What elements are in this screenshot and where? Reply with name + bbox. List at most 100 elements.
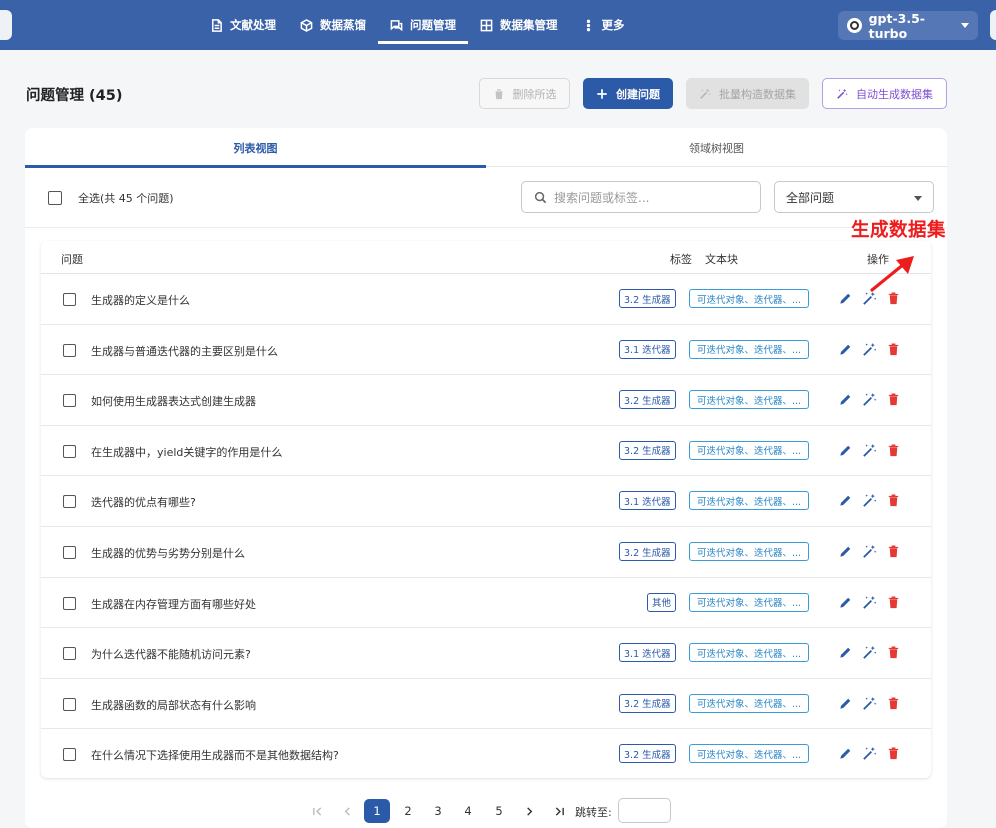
model-selector[interactable]: gpt-3.5-turbo: [838, 11, 978, 41]
table-row[interactable]: 迭代器的优点有哪些? 3.1 迭代器 可迭代对象、迭代器、...: [41, 476, 931, 527]
row-checkbox[interactable]: [63, 647, 76, 661]
tab-domain-tree-view[interactable]: 领域树视图: [486, 128, 947, 167]
generate-dataset-button[interactable]: [862, 392, 877, 407]
auto-generate-dataset-button[interactable]: 自动生成数据集: [822, 78, 947, 109]
nav-item-distill[interactable]: 数据蒸馏: [288, 0, 378, 50]
table-row[interactable]: 生成器的定义是什么 3.2 生成器 可迭代对象、迭代器、...: [41, 274, 931, 325]
delete-button[interactable]: [886, 746, 901, 761]
last-page-button[interactable]: [546, 799, 572, 823]
create-question-button[interactable]: 创建问题: [583, 78, 673, 109]
generate-dataset-button[interactable]: [862, 696, 877, 711]
next-page-button[interactable]: [516, 799, 542, 823]
select-all-checkbox[interactable]: [48, 191, 62, 205]
chunk-chip[interactable]: 可迭代对象、迭代器、...: [689, 744, 809, 764]
delete-button[interactable]: [886, 595, 901, 610]
table-row[interactable]: 为什么迭代器不能随机访问元素? 3.1 迭代器 可迭代对象、迭代器、...: [41, 628, 931, 679]
chunk-chip[interactable]: 可迭代对象、迭代器、...: [689, 693, 809, 713]
table-row[interactable]: 如何使用生成器表达式创建生成器 3.2 生成器 可迭代对象、迭代器、...: [41, 375, 931, 426]
delete-button[interactable]: [886, 342, 901, 357]
pencil-icon: [840, 394, 851, 405]
delete-button[interactable]: [886, 645, 901, 660]
edit-button[interactable]: [838, 443, 853, 458]
table-row[interactable]: 生成器与普通迭代器的主要区别是什么 3.1 迭代器 可迭代对象、迭代器、...: [41, 325, 931, 376]
page-button-1[interactable]: 1: [364, 799, 390, 823]
chunk-chip[interactable]: 可迭代对象、迭代器、...: [689, 592, 809, 612]
row-checkbox[interactable]: [63, 697, 76, 711]
row-checkbox[interactable]: [63, 546, 76, 559]
generate-dataset-button[interactable]: [862, 342, 877, 357]
question-filter-select[interactable]: 全部问题: [774, 181, 934, 213]
tab-list-view[interactable]: 列表视图: [25, 128, 486, 168]
delete-button[interactable]: [886, 392, 901, 407]
row-checkbox[interactable]: [63, 444, 76, 458]
tag-chip[interactable]: 3.2 生成器: [619, 693, 676, 713]
tag-chip[interactable]: 3.2 生成器: [619, 390, 676, 410]
first-page-button[interactable]: [304, 799, 330, 823]
edit-button[interactable]: [838, 291, 853, 306]
edit-button[interactable]: [838, 544, 853, 559]
edit-button[interactable]: [838, 392, 853, 407]
left-panel-stub[interactable]: [0, 10, 12, 40]
table-row[interactable]: 生成器在内存管理方面有哪些好处 其他 可迭代对象、迭代器、...: [41, 578, 931, 629]
page-button-4[interactable]: 4: [455, 799, 481, 823]
tag-chip[interactable]: 3.1 迭代器: [619, 643, 676, 663]
row-checkbox[interactable]: [63, 596, 76, 610]
right-panel-stub[interactable]: [990, 10, 996, 40]
chunk-chip[interactable]: 可迭代对象、迭代器、...: [689, 390, 809, 410]
generate-dataset-button[interactable]: [862, 493, 877, 508]
page-button-2[interactable]: 2: [395, 799, 421, 823]
generate-dataset-button[interactable]: [862, 645, 877, 660]
row-checkbox[interactable]: [63, 343, 76, 357]
question-text: 在什么情况下选择使用生成器而不是其他数据结构?: [91, 749, 339, 763]
list-toolbar: 全选(共 45 个问题) 全部问题: [25, 168, 947, 228]
chunk-chip[interactable]: 可迭代对象、迭代器、...: [689, 289, 809, 308]
chunk-chip[interactable]: 可迭代对象、迭代器、...: [689, 440, 809, 460]
table-row[interactable]: 生成器的优势与劣势分别是什么 3.2 生成器 可迭代对象、迭代器、...: [41, 527, 931, 578]
nav-item-more[interactable]: 更多: [570, 0, 637, 50]
edit-button[interactable]: [838, 493, 853, 508]
edit-button[interactable]: [838, 746, 853, 761]
delete-button[interactable]: [886, 493, 901, 508]
generate-dataset-button[interactable]: [862, 443, 877, 458]
nav-item-documents[interactable]: 文献处理: [198, 0, 288, 50]
prev-page-button[interactable]: [334, 799, 360, 823]
generate-dataset-button[interactable]: [862, 746, 877, 761]
generate-dataset-button[interactable]: [862, 595, 877, 610]
table-row[interactable]: 在生成器中，yield关键字的作用是什么 3.2 生成器 可迭代对象、迭代器、...: [41, 426, 931, 477]
tag-chip[interactable]: 3.2 生成器: [619, 542, 676, 561]
tag-chip[interactable]: 3.1 迭代器: [619, 339, 676, 359]
chunk-chip[interactable]: 可迭代对象、迭代器、...: [689, 643, 809, 663]
chunk-chip[interactable]: 可迭代对象、迭代器、...: [689, 491, 809, 511]
delete-button[interactable]: [886, 696, 901, 711]
table-row[interactable]: 生成器函数的局部状态有什么影响 3.2 生成器 可迭代对象、迭代器、...: [41, 679, 931, 730]
nav-item-datasets[interactable]: 数据集管理: [468, 0, 570, 50]
auto-generate-dataset-label: 自动生成数据集: [856, 87, 933, 101]
page-button-3[interactable]: 3: [425, 799, 451, 823]
edit-button[interactable]: [838, 342, 853, 357]
batch-build-dataset-button[interactable]: 批量构造数据集: [686, 78, 809, 109]
tag-chip[interactable]: 3.2 生成器: [619, 440, 676, 460]
edit-button[interactable]: [838, 696, 853, 711]
chunk-chip[interactable]: 可迭代对象、迭代器、...: [689, 339, 809, 359]
tag-chip[interactable]: 3.2 生成器: [619, 289, 676, 308]
row-checkbox[interactable]: [63, 293, 76, 306]
caret-down-icon: [914, 196, 922, 201]
row-checkbox[interactable]: [63, 495, 76, 509]
edit-button[interactable]: [838, 645, 853, 660]
tag-chip[interactable]: 其他: [647, 592, 677, 612]
row-checkbox[interactable]: [63, 748, 76, 762]
generate-dataset-button[interactable]: [862, 544, 877, 559]
row-checkbox[interactable]: [63, 394, 76, 408]
tag-chip[interactable]: 3.1 迭代器: [619, 491, 676, 511]
search-input[interactable]: [554, 188, 754, 208]
page-button-5[interactable]: 5: [486, 799, 512, 823]
chunk-chip[interactable]: 可迭代对象、迭代器、...: [689, 542, 809, 561]
nav-item-label: 文献处理: [230, 18, 276, 32]
delete-button[interactable]: [886, 544, 901, 559]
tag-chip[interactable]: 3.2 生成器: [619, 744, 676, 764]
delete-selected-button[interactable]: 删除所选: [479, 78, 570, 109]
table-row[interactable]: 在什么情况下选择使用生成器而不是其他数据结构? 3.2 生成器 可迭代对象、迭代器、…: [41, 729, 931, 778]
edit-button[interactable]: [838, 595, 853, 610]
delete-button[interactable]: [886, 443, 901, 458]
nav-item-questions[interactable]: 问题管理: [378, 0, 468, 50]
